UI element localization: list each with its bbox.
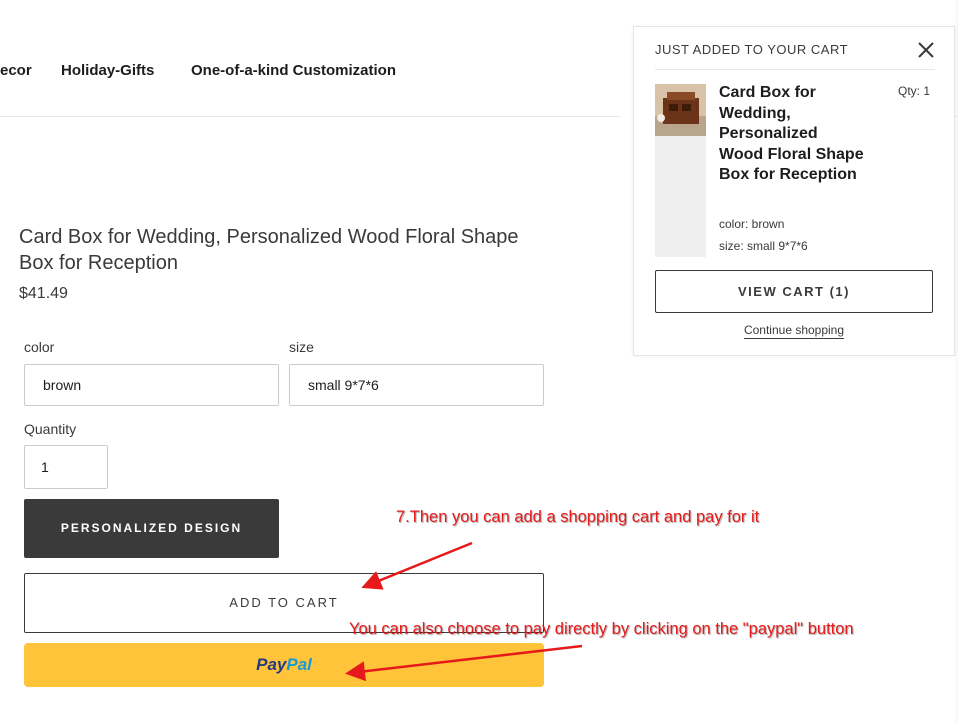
arrow-to-add-to-cart <box>361 541 473 590</box>
arrow-to-paypal <box>345 644 583 682</box>
annotation-arrows <box>345 541 583 682</box>
